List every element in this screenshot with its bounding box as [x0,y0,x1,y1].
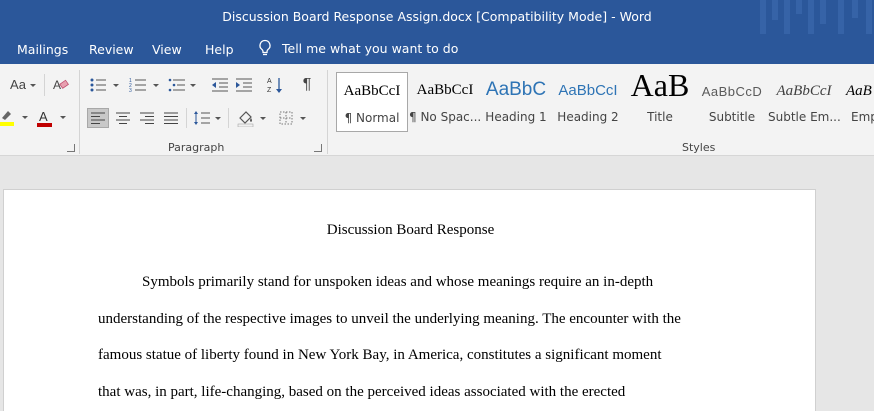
ribbon-tabs: Mailings Review View Help Tell me what y… [0,34,874,64]
align-left-button[interactable] [87,108,109,128]
style-sample: AaBbCcD [701,84,763,99]
paragraph-line: famous statue of liberty found in New Yo… [98,347,662,363]
paragraph-dialog-launcher-icon[interactable] [314,144,322,152]
style-sample: AaB [630,72,690,103]
numbering-icon: 123 [129,77,147,93]
svg-text:A: A [267,78,272,85]
font-color-button[interactable]: A [35,108,55,128]
bullets-button[interactable] [88,76,108,94]
align-center-button[interactable] [112,108,134,128]
decrease-indent-icon [211,77,229,93]
sort-button[interactable]: AZ [266,76,286,94]
style-no-spacing[interactable]: AaBbCcI ¶ No Spac... [409,72,481,132]
paragraph-line: understanding of the respective images t… [98,311,681,327]
style-sample: AaBbCcI [416,82,474,98]
increase-indent-button[interactable] [234,76,254,94]
style-name: Emp [851,110,874,124]
font-dialog-launcher-icon[interactable] [67,144,75,152]
document-canvas: Discussion Board Response Symbols primar… [0,157,874,411]
align-left-icon [91,112,105,124]
font-color-chevron-icon [60,116,66,119]
tab-review[interactable]: Review [89,42,134,57]
borders-button[interactable] [276,108,296,128]
tab-view[interactable]: View [152,42,182,57]
svg-text:A: A [53,78,61,92]
bullets-chevron-icon [113,84,119,87]
style-name: Heading 1 [485,110,547,124]
shading-button[interactable] [236,108,256,128]
eraser-icon: A [52,77,70,93]
justify-icon [164,112,178,124]
style-name: ¶ No Spac... [409,110,481,124]
align-right-button[interactable] [136,108,158,128]
ribbon: Aa A A 123 A Z ¶ Paragraph AaBbCcI ¶ Nor… [0,64,874,156]
align-center-icon [116,112,130,124]
clear-formatting-button[interactable]: A [51,76,71,94]
font-color-icon: A [36,108,54,128]
show-hide-marks-button[interactable]: ¶ [298,76,316,94]
shading-chevron-icon [260,117,266,120]
style-sample: AaBbC [485,79,547,100]
increase-indent-icon [235,77,253,93]
style-sample: AaBbCcI [776,83,832,99]
style-name: Subtitle [708,110,756,124]
paint-bucket-icon [237,109,255,127]
justify-button[interactable] [160,108,182,128]
svg-text:3: 3 [129,88,132,93]
svg-text:A: A [39,109,48,124]
pilcrow-icon: ¶ [302,76,312,93]
paragraph-line: that was, in part, life-changing, based … [98,384,626,400]
style-heading-2[interactable]: AaBbCcI Heading 2 [552,72,624,132]
style-heading-1[interactable]: AaBbC Heading 1 [480,72,552,132]
style-name: Subtle Em... [768,110,840,124]
decrease-indent-button[interactable] [210,76,230,94]
style-subtle-emphasis[interactable]: AaBbCcI Subtle Em... [768,72,840,132]
window-title: Discussion Board Response Assign.docx [C… [222,9,652,24]
borders-chevron-icon [300,117,306,120]
tab-help[interactable]: Help [205,42,234,57]
tell-me-search[interactable]: Tell me what you want to do [258,39,458,57]
highlighter-icon [0,108,16,126]
multilevel-list-icon [168,77,186,93]
style-sample: AaB [846,83,872,99]
highlight-chevron-icon [22,116,28,119]
bullets-icon [89,77,107,93]
style-subtitle[interactable]: AaBbCcD Subtitle [696,72,768,132]
style-sample: AaBbCcI [343,83,401,99]
document-heading: Discussion Board Response [326,222,495,238]
numbering-chevron-icon [153,84,159,87]
change-case-label: Aa [10,76,26,92]
line-spacing-button[interactable] [192,108,212,128]
paragraph-line: Symbols primarily stand for unspoken ide… [142,274,654,290]
change-case-chevron-icon [30,84,36,87]
borders-icon [279,111,293,125]
styles-group-label: Styles [682,141,716,154]
lightbulb-icon [258,39,272,57]
text-highlight-button[interactable] [0,108,16,126]
style-name: Title [647,110,673,124]
line-spacing-icon [193,110,211,126]
paragraph-group-label: Paragraph [168,141,225,154]
document-page[interactable]: Discussion Board Response Symbols primar… [3,189,816,411]
style-name: Heading 2 [557,110,619,124]
line-spacing-chevron-icon [215,117,221,120]
style-name: ¶ Normal [344,111,400,125]
title-bar: Discussion Board Response Assign.docx [C… [0,0,874,34]
numbering-button[interactable]: 123 [128,76,148,94]
style-sample: AaBbCcI [558,82,618,99]
multilevel-chevron-icon [190,84,196,87]
style-emphasis[interactable]: AaB Emp [840,72,874,132]
style-title[interactable]: AaB Title [624,72,696,132]
align-right-icon [140,112,154,124]
tab-mailings[interactable]: Mailings [17,42,68,57]
change-case-button[interactable]: Aa [6,76,30,92]
tell-me-label: Tell me what you want to do [282,40,459,56]
style-normal[interactable]: AaBbCcI ¶ Normal [336,72,408,132]
svg-text:Z: Z [267,87,272,94]
multilevel-list-button[interactable] [167,76,187,94]
sort-icon: AZ [267,76,285,94]
